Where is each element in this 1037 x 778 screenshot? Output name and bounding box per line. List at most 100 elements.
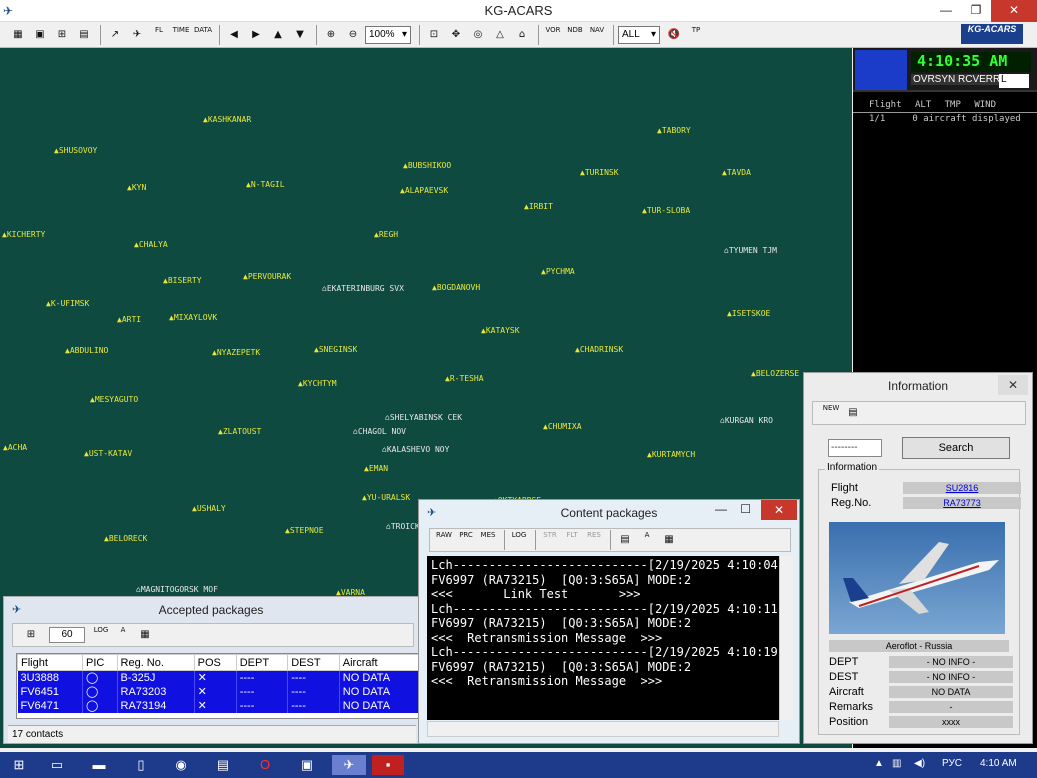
- search-input[interactable]: --------: [828, 439, 882, 457]
- waypoint-label[interactable]: ▲ZLATOUST: [218, 427, 261, 436]
- waypoint-label[interactable]: ▲UST-KATAV: [84, 449, 132, 458]
- notes-icon[interactable]: ▯: [128, 755, 154, 775]
- filter-icon[interactable]: ⊞: [21, 625, 41, 645]
- column-header[interactable]: POS: [193, 654, 237, 671]
- waypoint-label[interactable]: ▲YU-URALSK: [362, 493, 410, 502]
- nav-button[interactable]: NAV: [587, 25, 607, 45]
- prc-button[interactable]: PRC: [456, 530, 476, 550]
- column-header[interactable]: Aircraft: [338, 654, 419, 671]
- column-header[interactable]: Flight: [17, 654, 83, 671]
- waypoint-label[interactable]: ▲TABORY: [657, 126, 691, 135]
- airport-label[interactable]: ⌂MAGNITOGORSK MOF: [136, 585, 218, 594]
- reg-link[interactable]: RA73773: [903, 497, 1021, 509]
- arrow-right-icon[interactable]: ▶: [246, 25, 266, 45]
- film-icon[interactable]: ▣: [294, 755, 320, 775]
- waypoint-label[interactable]: ▲IRBIT: [524, 202, 553, 211]
- vertical-scrollbar[interactable]: [779, 556, 793, 720]
- waypoint-label[interactable]: ▲KATAYSK: [481, 326, 520, 335]
- mes-button[interactable]: MES: [478, 530, 498, 550]
- data-button[interactable]: DATA: [193, 25, 213, 45]
- zoom-in-icon[interactable]: ⊕: [321, 25, 341, 45]
- window-icon[interactable]: ▣: [30, 25, 50, 45]
- font-icon[interactable]: A: [637, 530, 657, 550]
- route-icon[interactable]: ↗: [105, 25, 125, 45]
- waypoint-label[interactable]: ▲USHALY: [192, 504, 226, 513]
- column-header[interactable]: DEPT: [235, 654, 289, 671]
- restore-button[interactable]: ❐: [961, 0, 991, 22]
- fl-button[interactable]: FL: [149, 25, 169, 45]
- waypoint-label[interactable]: ▲BOGDANOVH: [432, 283, 480, 292]
- waypoint-label[interactable]: ▲STEPNOE: [285, 526, 324, 535]
- str-button[interactable]: STR: [540, 530, 560, 550]
- panel-icon[interactable]: ▤: [74, 25, 94, 45]
- waypoint-label[interactable]: ▲PERVOURAK: [243, 272, 291, 281]
- waypoint-label[interactable]: ▲MESYAGUTO: [90, 395, 138, 404]
- waypoint-label[interactable]: ▲MIXAYLOVK: [169, 313, 217, 322]
- zoom-select[interactable]: 100% ▾: [365, 25, 411, 44]
- mute-icon[interactable]: 🔇: [664, 25, 684, 45]
- zoom-out-icon[interactable]: ⊖: [343, 25, 363, 45]
- waypoint-label[interactable]: ▲TURINSK: [580, 168, 619, 177]
- waypoint-label[interactable]: ▲N-TAGIL: [246, 180, 285, 189]
- explorer-icon[interactable]: ▭: [44, 755, 70, 775]
- arrow-down-icon[interactable]: ▼: [290, 25, 310, 45]
- maximize-button[interactable]: ☐: [740, 502, 751, 516]
- airport-label[interactable]: ⌂CHAGOL NOV: [353, 427, 406, 436]
- horizontal-scrollbar[interactable]: [427, 721, 779, 737]
- waypoint-label[interactable]: ▲CHUMIXA: [543, 422, 582, 431]
- color-icon[interactable]: ▦: [659, 530, 679, 550]
- kg-acars-task-icon[interactable]: ✈: [332, 755, 366, 775]
- start-icon[interactable]: ⊞: [6, 755, 32, 775]
- log-icon[interactable]: LOG: [91, 625, 111, 645]
- doc-icon[interactable]: ▤: [210, 755, 236, 775]
- waypoint-label[interactable]: ▲REGH: [374, 230, 398, 239]
- minimize-button[interactable]: —: [715, 502, 727, 516]
- time-button[interactable]: TIME: [171, 25, 191, 45]
- language-indicator[interactable]: РУС: [942, 758, 962, 769]
- waypoint-label[interactable]: ▲K-UFIMSK: [46, 299, 89, 308]
- tray-arrow-icon[interactable]: ▲: [874, 758, 884, 769]
- flight-link[interactable]: SU2816: [903, 482, 1021, 494]
- close-button[interactable]: ✕: [991, 0, 1037, 22]
- arrow-up-icon[interactable]: ▲: [268, 25, 288, 45]
- column-header[interactable]: DEST: [287, 654, 340, 671]
- waypoint-label[interactable]: ▲CHALYA: [134, 240, 168, 249]
- tree-icon[interactable]: ⊞: [52, 25, 72, 45]
- waypoint-label[interactable]: ▲R-TESHA: [445, 374, 484, 383]
- print-icon[interactable]: ▤: [843, 403, 863, 423]
- waypoint-label[interactable]: ▲KYN: [127, 183, 146, 192]
- airport-label[interactable]: ⌂SHELYABINSK CEK: [385, 413, 462, 422]
- res-button[interactable]: RES: [584, 530, 604, 550]
- red-app-icon[interactable]: ▪: [372, 755, 404, 775]
- waypoint-label[interactable]: ▲BISERTY: [163, 276, 202, 285]
- opera-icon[interactable]: O: [252, 755, 278, 775]
- vor-button[interactable]: VOR: [543, 25, 563, 45]
- waypoint-label[interactable]: ▲BELOZERSE: [751, 369, 799, 378]
- triangle-icon[interactable]: △: [490, 25, 510, 45]
- radio-icon[interactable]: ◉: [168, 755, 194, 775]
- table-row[interactable]: 3U3888◯B-325J✕--------NO DATA-: [17, 670, 419, 685]
- print-icon[interactable]: ▤: [615, 530, 635, 550]
- waypoint-label[interactable]: ▲BELORECK: [104, 534, 147, 543]
- house-icon[interactable]: ⌂: [512, 25, 532, 45]
- new-button[interactable]: NEW: [821, 403, 841, 423]
- information-close-button[interactable]: ✕: [998, 375, 1028, 395]
- waypoint-label[interactable]: ▲TAVDA: [722, 168, 751, 177]
- waypoint-label[interactable]: ▲SNEGINSK: [314, 345, 357, 354]
- grid-icon[interactable]: ▦: [8, 25, 28, 45]
- waypoint-label[interactable]: ▲KYCHTYM: [298, 379, 337, 388]
- waypoint-label[interactable]: ▲ARTI: [117, 315, 141, 324]
- arrow-left-icon[interactable]: ◀: [224, 25, 244, 45]
- volume-icon[interactable]: ◀): [914, 758, 925, 769]
- fit-icon[interactable]: ⊡: [424, 25, 444, 45]
- log-button[interactable]: LOG: [509, 530, 529, 550]
- minimize-button[interactable]: —: [931, 0, 961, 22]
- waypoint-label[interactable]: ▲CHADRINSK: [575, 345, 623, 354]
- aircraft-icon[interactable]: ✈: [127, 25, 147, 45]
- target-icon[interactable]: ◎: [468, 25, 488, 45]
- column-header[interactable]: PIC: [81, 654, 118, 671]
- waypoint-label[interactable]: ▲ABDULINO: [65, 346, 108, 355]
- waypoint-label[interactable]: ▲KURTAMYCH: [647, 450, 695, 459]
- waypoint-label[interactable]: ▲ACHA: [3, 443, 27, 452]
- font-icon[interactable]: A: [113, 625, 133, 645]
